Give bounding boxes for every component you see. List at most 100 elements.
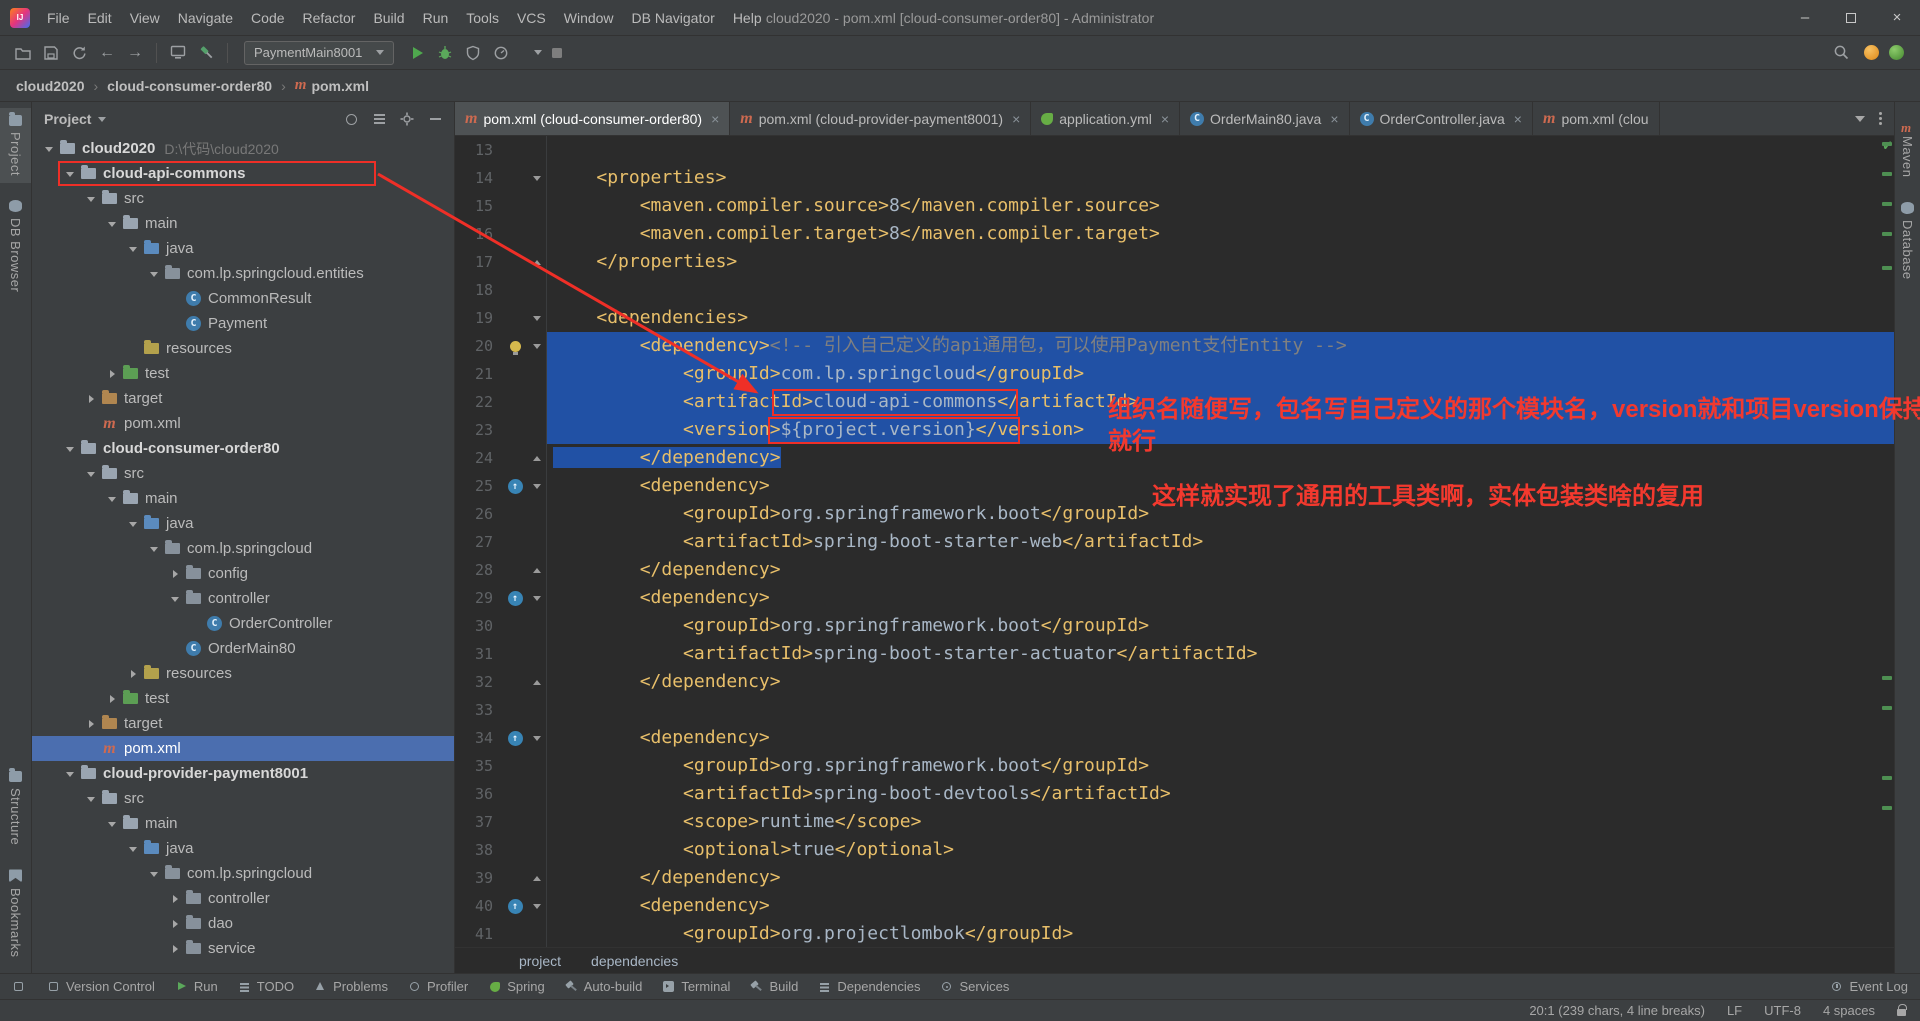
menu-window[interactable]: Window <box>555 6 623 30</box>
profiler-icon[interactable] <box>488 41 514 65</box>
update-indicator-icon[interactable] <box>1864 45 1879 60</box>
fold-icon[interactable] <box>527 248 547 276</box>
code-line-37[interactable]: 37 <scope>runtime</scope> <box>455 808 1894 836</box>
menu-code[interactable]: Code <box>242 6 293 30</box>
tree-item-test[interactable]: test <box>32 361 454 386</box>
tree-toggle-icon[interactable] <box>124 670 141 678</box>
code-line-33[interactable]: 33 <box>455 696 1894 724</box>
minimize-button[interactable]: – <box>1782 0 1828 35</box>
menu-edit[interactable]: Edit <box>79 6 121 30</box>
ide-settings-icon[interactable] <box>165 41 191 65</box>
tree-item-cloud-api-commons[interactable]: cloud-api-commons <box>32 161 454 186</box>
tool-button-maven[interactable]: Maven <box>1895 112 1920 185</box>
tree-toggle-icon[interactable] <box>103 217 120 231</box>
tree-toggle-icon[interactable] <box>40 142 57 156</box>
editor-tab-ordercontroller-java[interactable]: C OrderController.java × <box>1350 102 1533 135</box>
tree-toggle-icon[interactable] <box>124 517 141 531</box>
back-icon[interactable]: ← <box>94 41 120 65</box>
code-line-23[interactable]: 23 <version>${project.version}</version> <box>455 416 1894 444</box>
code-line-27[interactable]: 27 <artifactId>spring-boot-starter-web</… <box>455 528 1894 556</box>
tab-close-icon[interactable]: × <box>1012 111 1020 127</box>
code-line-20[interactable]: 20 <dependency><!-- 引入自己定义的api通用包，可以使用Pa… <box>455 332 1894 360</box>
intention-bulb-icon[interactable] <box>503 332 527 360</box>
breadcrumb-item-cloud-consumer-order80[interactable]: cloud-consumer-order80 <box>107 78 272 94</box>
tool-window-switcher-icon[interactable] <box>12 980 25 993</box>
fold-icon[interactable] <box>527 724 547 752</box>
hidden-tabs-chevron-icon[interactable] <box>1855 115 1865 127</box>
fold-icon[interactable] <box>527 444 547 472</box>
fold-icon[interactable] <box>527 892 547 920</box>
tree-toggle-icon[interactable] <box>124 242 141 256</box>
tree-item-com-lp-springcloud-entities[interactable]: com.lp.springcloud.entities <box>32 261 454 286</box>
tree-toggle-icon[interactable] <box>103 370 120 378</box>
editor-tab-application-yml[interactable]: application.yml × <box>1031 102 1181 135</box>
tree-item-service[interactable]: service <box>32 936 454 961</box>
tree-item-src[interactable]: src <box>32 786 454 811</box>
inspections-ok-icon[interactable]: ✓ <box>1882 138 1893 154</box>
tree-toggle-icon[interactable] <box>166 920 183 928</box>
code-line-38[interactable]: 38 <optional>true</optional> <box>455 836 1894 864</box>
tree-toggle-icon[interactable] <box>103 695 120 703</box>
tree-item-target[interactable]: target <box>32 711 454 736</box>
search-everywhere-icon[interactable] <box>1828 41 1854 65</box>
stripe-mark[interactable] <box>1882 232 1892 236</box>
code-line-13[interactable]: 13 <box>455 136 1894 164</box>
tree-item-main[interactable]: main <box>32 211 454 236</box>
code-line-29[interactable]: 29 ↑ <dependency> <box>455 584 1894 612</box>
tree-item-commonresult[interactable]: C CommonResult <box>32 286 454 311</box>
tree-item-java[interactable]: java <box>32 836 454 861</box>
project-panel-title[interactable]: Project <box>44 111 91 127</box>
gear-icon[interactable] <box>400 112 414 126</box>
tree-toggle-icon[interactable] <box>124 842 141 856</box>
code-line-17[interactable]: 17 </properties> <box>455 248 1894 276</box>
tree-toggle-icon[interactable] <box>145 542 162 556</box>
fold-icon[interactable] <box>527 864 547 892</box>
run-options-chevron-icon[interactable] <box>516 41 542 65</box>
tree-toggle-icon[interactable] <box>145 267 162 281</box>
debug-button[interactable] <box>432 41 458 65</box>
toolwindow-button-version-control[interactable]: Version Control <box>47 979 155 994</box>
code-line-24[interactable]: 24 </dependency> <box>455 444 1894 472</box>
tab-close-icon[interactable]: × <box>1330 111 1338 127</box>
sync-icon[interactable] <box>66 41 92 65</box>
toolwindow-button-terminal[interactable]: Terminal <box>662 979 730 994</box>
code-line-16[interactable]: 16 <maven.compiler.target>8</maven.compi… <box>455 220 1894 248</box>
toolwindow-button-todo[interactable]: TODO <box>238 979 294 994</box>
toolwindow-button-auto-build[interactable]: Auto-build <box>565 979 643 994</box>
tab-close-icon[interactable]: × <box>711 111 719 127</box>
tag-breadcrumb-dependencies[interactable]: dependencies <box>591 953 678 969</box>
tab-close-icon[interactable]: × <box>1514 111 1522 127</box>
menu-tools[interactable]: Tools <box>457 6 508 30</box>
more-options-icon[interactable] <box>1879 112 1882 125</box>
menu-help[interactable]: Help <box>724 6 771 30</box>
fold-icon[interactable] <box>527 584 547 612</box>
toolwindow-button-profiler[interactable]: Profiler <box>408 979 468 994</box>
stripe-mark[interactable] <box>1882 806 1892 810</box>
code-line-30[interactable]: 30 <groupId>org.springframework.boot</gr… <box>455 612 1894 640</box>
tool-button-bookmarks[interactable]: Bookmarks <box>0 862 31 965</box>
code-line-31[interactable]: 31 <artifactId>spring-boot-starter-actua… <box>455 640 1894 668</box>
editor-tab-pom-xml-cloud-provider-payment8001[interactable]: m pom.xml (cloud-provider-payment8001) × <box>730 102 1032 135</box>
encoding-indicator[interactable]: UTF-8 <box>1764 1003 1801 1018</box>
tree-item-java[interactable]: java <box>32 236 454 261</box>
run-configuration-select[interactable]: PaymentMain8001 <box>244 40 394 65</box>
code-line-25[interactable]: 25 ↑ <dependency> <box>455 472 1894 500</box>
code-line-21[interactable]: 21 <groupId>com.lp.springcloud</groupId> <box>455 360 1894 388</box>
tree-toggle-icon[interactable] <box>166 592 183 606</box>
code-line-22[interactable]: 22 <artifactId>cloud-api-commons</artifa… <box>455 388 1894 416</box>
code-line-19[interactable]: 19 <dependencies> <box>455 304 1894 332</box>
code-line-39[interactable]: 39 </dependency> <box>455 864 1894 892</box>
maximize-button[interactable] <box>1828 0 1874 35</box>
tree-toggle-icon[interactable] <box>166 945 183 953</box>
code-line-36[interactable]: 36 <artifactId>spring-boot-devtools</art… <box>455 780 1894 808</box>
tree-toggle-icon[interactable] <box>82 720 99 728</box>
line-separator-indicator[interactable]: LF <box>1727 1003 1742 1018</box>
tree-item-com-lp-springcloud[interactable]: com.lp.springcloud <box>32 861 454 886</box>
tree-toggle-icon[interactable] <box>61 442 78 456</box>
tree-item-cloud-provider-payment8001[interactable]: cloud-provider-payment8001 <box>32 761 454 786</box>
menu-refactor[interactable]: Refactor <box>294 6 365 30</box>
breadcrumb-item-cloud2020[interactable]: cloud2020 <box>16 78 84 94</box>
tree-item-java[interactable]: java <box>32 511 454 536</box>
tool-button-project[interactable]: Project <box>0 108 31 183</box>
code-line-32[interactable]: 32 </dependency> <box>455 668 1894 696</box>
